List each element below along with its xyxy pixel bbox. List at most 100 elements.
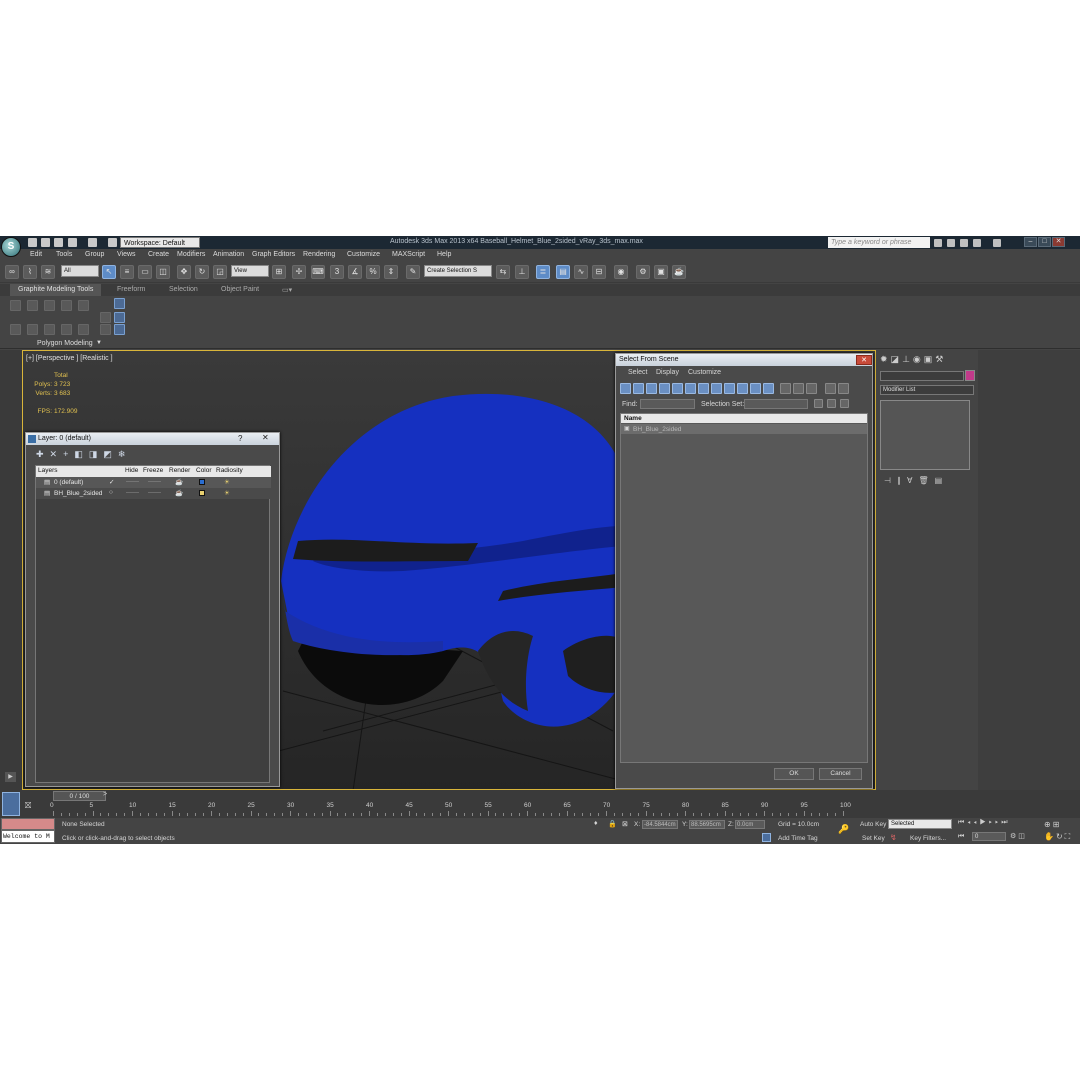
display-geometry-icon[interactable] bbox=[620, 383, 631, 394]
maximize-viewport-icon[interactable]: ⛶ bbox=[1065, 832, 1073, 841]
scene-object-list[interactable]: Name ▣ BH_Blue_2sided bbox=[620, 413, 868, 763]
layer-unchecked-icon[interactable]: ○ bbox=[109, 489, 113, 496]
motion-tab-icon[interactable]: ◉ bbox=[913, 354, 924, 364]
zoom-all-icon[interactable]: ⊞ bbox=[1053, 820, 1062, 829]
reference-coordinate-dropdown[interactable]: View bbox=[231, 265, 269, 277]
filter-icon[interactable] bbox=[825, 383, 836, 394]
ribbon-tool-icon[interactable] bbox=[100, 324, 111, 335]
layer-manager-icon[interactable]: ≣ bbox=[536, 265, 550, 279]
align-icon[interactable]: ⊥ bbox=[515, 265, 529, 279]
close-icon[interactable]: ✕ bbox=[262, 433, 269, 442]
edit-named-selection-icon[interactable]: ✎ bbox=[406, 265, 420, 279]
ribbon-tool-icon[interactable] bbox=[27, 324, 38, 335]
menu-rendering[interactable]: Rendering bbox=[303, 251, 335, 258]
find-input[interactable] bbox=[640, 399, 695, 409]
angle-snap-icon[interactable]: ∡ bbox=[348, 265, 362, 279]
rendered-frame-window-icon[interactable]: ▣ bbox=[654, 265, 668, 279]
menu-select[interactable]: Select bbox=[628, 369, 647, 376]
col-freeze[interactable]: Freeze bbox=[143, 467, 163, 474]
display-bones-icon[interactable] bbox=[724, 383, 735, 394]
selection-set-option-icon[interactable] bbox=[827, 399, 836, 408]
display-all-icon[interactable] bbox=[780, 383, 791, 394]
make-unique-icon[interactable]: ∀ bbox=[907, 476, 918, 485]
show-end-result-icon[interactable]: ∥ bbox=[897, 476, 907, 485]
add-to-layer-icon[interactable]: + bbox=[63, 449, 74, 459]
display-tab-icon[interactable]: ▣ bbox=[924, 354, 936, 364]
display-shapes-icon[interactable] bbox=[633, 383, 644, 394]
named-selection-dropdown[interactable]: Create Selection S bbox=[424, 265, 492, 277]
current-frame-field[interactable]: 0 bbox=[972, 832, 1006, 841]
select-and-rotate-icon[interactable]: ↻ bbox=[195, 265, 209, 279]
display-xrefs-icon[interactable] bbox=[711, 383, 722, 394]
search-binoculars-icon[interactable] bbox=[934, 239, 942, 247]
menu-modifiers[interactable]: Modifiers bbox=[177, 251, 205, 258]
material-editor-icon[interactable]: ◉ bbox=[614, 265, 628, 279]
render-teapot-icon[interactable]: ☕ bbox=[175, 478, 183, 486]
layer-row[interactable]: ▤ 0 (default) ✓ —— —— ☕ ☀ bbox=[36, 477, 271, 488]
modify-tab-icon[interactable]: ◪ bbox=[891, 354, 903, 364]
ribbon-tool-icon[interactable] bbox=[44, 324, 55, 335]
absolute-mode-icon[interactable]: ⊠ bbox=[622, 820, 628, 828]
tab-selection[interactable]: Selection bbox=[169, 286, 198, 293]
layer-color-swatch[interactable] bbox=[199, 479, 205, 485]
render-production-icon[interactable]: ☕ bbox=[672, 265, 686, 279]
selection-set-option-icon[interactable] bbox=[840, 399, 849, 408]
ribbon-tool-icon[interactable] bbox=[114, 324, 125, 335]
display-none-icon[interactable] bbox=[793, 383, 804, 394]
menu-group[interactable]: Group bbox=[85, 251, 104, 258]
time-slider[interactable]: 0 / 100 bbox=[53, 791, 106, 801]
menu-views[interactable]: Views bbox=[117, 251, 136, 258]
pin-stack-icon[interactable]: ⊣ bbox=[884, 476, 897, 485]
freeze-toggle[interactable]: —— bbox=[148, 489, 161, 496]
maxscript-listener-top[interactable] bbox=[1, 818, 55, 830]
redo-icon[interactable] bbox=[88, 238, 97, 247]
zoom-icon[interactable]: ⊕ bbox=[1044, 820, 1053, 829]
select-and-scale-icon[interactable]: ◲ bbox=[213, 265, 227, 279]
ribbon-tool-icon[interactable] bbox=[114, 298, 125, 309]
hide-toggle[interactable]: —— bbox=[126, 478, 139, 485]
menu-customize[interactable]: Customize bbox=[347, 251, 380, 258]
workspace-dropdown[interactable]: Workspace: Default bbox=[120, 237, 200, 248]
layer-row[interactable]: ▤ BH_Blue_2sided ○ —— —— ☕ ☀ bbox=[36, 488, 271, 499]
maximize-button[interactable]: □ bbox=[1038, 237, 1051, 247]
ribbon-tool-icon[interactable] bbox=[10, 324, 21, 335]
time-tag-icon[interactable] bbox=[762, 833, 771, 842]
radiosity-icon[interactable]: ☀ bbox=[224, 489, 230, 497]
polygon-modeling-label[interactable]: Polygon Modeling bbox=[37, 340, 93, 347]
next-frame-icon[interactable]: ▸▸ bbox=[989, 819, 1001, 826]
snaps-toggle-icon[interactable]: 3 bbox=[330, 265, 344, 279]
display-invert-icon[interactable] bbox=[806, 383, 817, 394]
keyword-search-input[interactable]: Type a keyword or phrase bbox=[828, 237, 930, 248]
close-icon[interactable]: ✕ bbox=[856, 355, 872, 365]
col-render[interactable]: Render bbox=[169, 467, 190, 474]
delete-layer-icon[interactable]: ✕ bbox=[50, 449, 64, 459]
tab-graphite-modeling-tools[interactable]: Graphite Modeling Tools bbox=[10, 284, 102, 296]
ribbon-options-icon[interactable]: ▭▾ bbox=[282, 286, 292, 294]
close-window-button[interactable]: ✕ bbox=[1052, 237, 1065, 247]
undo-icon[interactable] bbox=[68, 238, 77, 247]
go-to-start-icon[interactable]: ⏮ bbox=[958, 819, 967, 826]
col-hide[interactable]: Hide bbox=[125, 467, 138, 474]
remove-modifier-icon[interactable]: 🗑 bbox=[918, 476, 934, 485]
menu-maxscript[interactable]: MAXScript bbox=[392, 251, 425, 258]
display-hidden-icon[interactable] bbox=[763, 383, 774, 394]
track-bar[interactable]: 0 5 10 15 20 25 30 35 40 45 50 55 60 65 70 75 80 85 90 95 10… bbox=[50, 802, 851, 816]
object-name-field[interactable] bbox=[880, 371, 964, 381]
subscription-center-icon[interactable] bbox=[947, 239, 955, 247]
save-file-icon[interactable] bbox=[54, 238, 63, 247]
name-column-header[interactable]: Name bbox=[621, 414, 867, 423]
menu-help[interactable]: Help bbox=[437, 251, 451, 258]
pivot-center-icon[interactable]: ⊞ bbox=[272, 265, 286, 279]
orbit-icon[interactable]: ↻ bbox=[1056, 832, 1065, 841]
key-filters-button[interactable]: Key Filters... bbox=[910, 835, 946, 842]
tab-freeform[interactable]: Freeform bbox=[117, 286, 145, 293]
favorites-star-icon[interactable] bbox=[973, 239, 981, 247]
y-coordinate-field[interactable]: 88.5695cm bbox=[689, 820, 725, 829]
list-item[interactable]: ▣ BH_Blue_2sided bbox=[621, 424, 867, 434]
ribbon-tool-icon[interactable] bbox=[44, 300, 55, 311]
ribbon-tool-icon[interactable] bbox=[10, 300, 21, 311]
key-filters-icon[interactable]: ↯ bbox=[890, 833, 897, 842]
display-frozen-icon[interactable] bbox=[750, 383, 761, 394]
menu-display[interactable]: Display bbox=[656, 369, 679, 376]
display-spacewarps-icon[interactable] bbox=[685, 383, 696, 394]
